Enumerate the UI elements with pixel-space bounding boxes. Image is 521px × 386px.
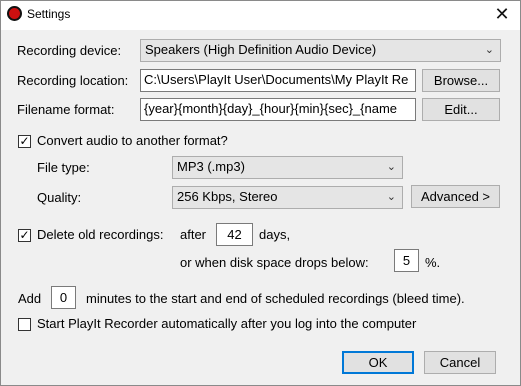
recording-location-field[interactable]: C:\Users\PlayIt User\Documents\My PlayIt… — [140, 69, 416, 92]
file-type-select[interactable]: MP3 (.mp3) ⌄ — [172, 156, 403, 179]
edit-button[interactable]: Edit... — [422, 98, 500, 121]
percent-label: %. — [425, 255, 441, 270]
delete-old-label: Delete old recordings: — [37, 227, 164, 242]
add-label: Add — [18, 291, 42, 306]
app-icon — [7, 6, 22, 21]
chevron-down-icon: ⌄ — [386, 161, 396, 173]
bleed-minutes-field[interactable]: 0 — [51, 286, 76, 309]
browse-button[interactable]: Browse... — [422, 69, 500, 92]
settings-window: Settings ✕ Recording device: Speakers (H… — [0, 0, 521, 386]
convert-audio-label: Convert audio to another format? — [37, 133, 228, 148]
percent-field[interactable]: 5 — [394, 249, 419, 272]
cancel-button[interactable]: Cancel — [424, 351, 496, 374]
recording-location-label: Recording location: — [17, 73, 129, 88]
recording-device-label: Recording device: — [17, 43, 122, 58]
advanced-button[interactable]: Advanced > — [411, 185, 500, 208]
ok-button[interactable]: OK — [342, 351, 414, 374]
filename-format-field[interactable]: {year}{month}{day}_{hour}{min}{sec}_{nam… — [140, 98, 416, 121]
chevron-down-icon: ⌄ — [484, 44, 494, 56]
delete-old-checkbox[interactable]: ✓ — [18, 229, 31, 242]
autostart-checkbox[interactable] — [18, 318, 31, 331]
bleed-time-label: minutes to the start and end of schedule… — [86, 291, 465, 306]
days-label: days, — [259, 227, 291, 242]
chevron-down-icon: ⌄ — [386, 191, 396, 203]
recording-device-value: Speakers (High Definition Audio Device) — [145, 42, 377, 57]
days-field[interactable]: 42 — [216, 223, 253, 246]
quality-label: Quality: — [37, 190, 82, 205]
file-type-value: MP3 (.mp3) — [177, 159, 245, 174]
autostart-label: Start PlayIt Recorder automatically afte… — [37, 316, 417, 331]
after-label: after — [180, 227, 207, 242]
close-button[interactable]: ✕ — [490, 3, 514, 25]
quality-value: 256 Kbps, Stereo — [177, 189, 278, 204]
quality-select[interactable]: 256 Kbps, Stereo ⌄ — [172, 186, 403, 209]
window-title: Settings — [27, 7, 71, 21]
recording-device-select[interactable]: Speakers (High Definition Audio Device) … — [140, 39, 501, 62]
convert-audio-checkbox[interactable]: ✓ — [18, 135, 31, 148]
file-type-label: File type: — [37, 160, 90, 175]
title-bar: Settings ✕ — [1, 1, 520, 30]
filename-format-label: Filename format: — [17, 102, 115, 117]
disk-space-label: or when disk space drops below: — [180, 255, 369, 270]
